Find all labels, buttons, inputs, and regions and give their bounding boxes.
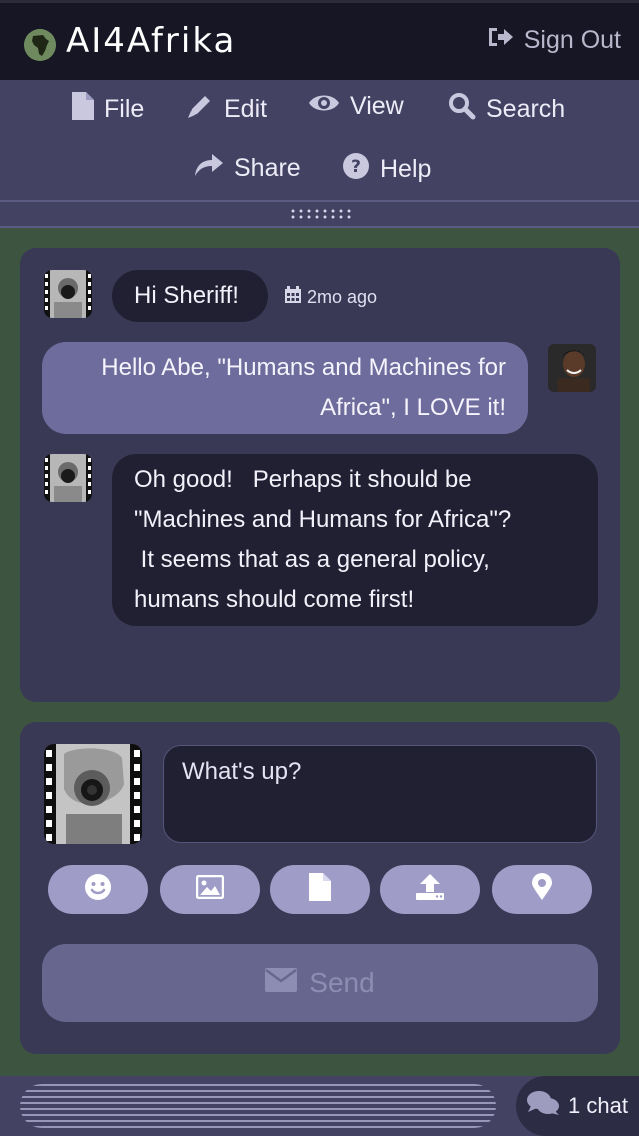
file-icon (72, 92, 94, 127)
image-button[interactable] (160, 865, 260, 914)
menu-item-label: Share (234, 154, 301, 182)
message-text: Hi Sheriff! (134, 282, 239, 309)
grip-dots-icon[interactable] (289, 208, 351, 220)
share-icon (194, 152, 224, 185)
message-text-line: humans should come first! (134, 586, 415, 613)
menu-item-share[interactable]: Share (194, 152, 301, 185)
eye-icon (308, 92, 340, 121)
avatar[interactable] (44, 744, 142, 844)
bottom-bar: 1 chat (0, 1076, 639, 1136)
send-button[interactable]: Send (42, 944, 598, 1022)
file-icon (309, 873, 331, 906)
search-icon (448, 92, 476, 127)
question-circle-icon: ? (342, 152, 370, 187)
message-input[interactable]: What's up? (163, 745, 597, 843)
menu-item-label: Search (486, 95, 566, 123)
map-marker-icon (531, 873, 553, 906)
chat-tabs-strip[interactable] (20, 1084, 496, 1128)
calendar-icon (284, 286, 302, 309)
upload-button[interactable] (380, 865, 480, 914)
image-icon (195, 874, 225, 904)
envelope-icon (265, 967, 298, 999)
resize-handle[interactable] (0, 202, 639, 228)
chat-count-label: 1 chat (568, 1093, 628, 1118)
message-text-line: "Machines and Humans for Africa"? (134, 506, 512, 533)
pencil-icon (186, 92, 214, 127)
message-timestamp: 2mo ago (284, 286, 377, 309)
message-text-line: Hello Abe, "Humans and Machines for (101, 354, 506, 381)
menu-item-label: File (104, 95, 145, 123)
globe-africa-icon (24, 29, 56, 61)
menu-item-help[interactable]: ? Help (342, 152, 431, 187)
attach-file-button[interactable] (270, 865, 370, 914)
sign-out-icon (486, 25, 514, 56)
emoji-button[interactable] (48, 865, 148, 914)
chat-count-button[interactable]: 1 chat (516, 1076, 639, 1136)
top-bar: AI4Afrika Sign Out (0, 0, 639, 80)
app-logo-text[interactable]: AI4Afrika (66, 21, 236, 61)
message-text-line: Africa", I LOVE it! (320, 394, 506, 421)
menu-item-label: View (350, 92, 404, 120)
menu-item-search[interactable]: Search (448, 92, 565, 127)
message-bubble-sent: Hello Abe, "Humans and Machines for Afri… (42, 342, 528, 434)
message-bubble-received: Hi Sheriff! (112, 270, 268, 322)
message-bubble-received: Oh good! Perhaps it should be "Machines … (112, 454, 598, 626)
send-label: Send (309, 967, 375, 998)
upload-icon (415, 873, 445, 906)
message-input-placeholder: What's up? (182, 758, 302, 785)
message-text-line: Oh good! Perhaps it should be (134, 466, 472, 493)
svg-text:?: ? (351, 157, 361, 177)
sign-out-button[interactable]: Sign Out (486, 25, 621, 56)
message-text-line: It seems that as a general policy, (134, 546, 490, 573)
menu-item-view[interactable]: View (308, 92, 404, 121)
timestamp-text: 2mo ago (307, 287, 378, 307)
menu-item-edit[interactable]: Edit (186, 92, 267, 127)
sign-out-label: Sign Out (523, 26, 621, 54)
comments-icon (526, 1090, 560, 1122)
menu-item-label: Edit (224, 95, 268, 123)
smile-icon (84, 873, 112, 906)
avatar[interactable] (548, 344, 596, 392)
menu-item-file[interactable]: File (72, 92, 144, 127)
location-button[interactable] (492, 865, 592, 914)
avatar[interactable] (44, 454, 92, 502)
menu-item-label: Help (380, 155, 432, 183)
avatar[interactable] (44, 270, 92, 318)
